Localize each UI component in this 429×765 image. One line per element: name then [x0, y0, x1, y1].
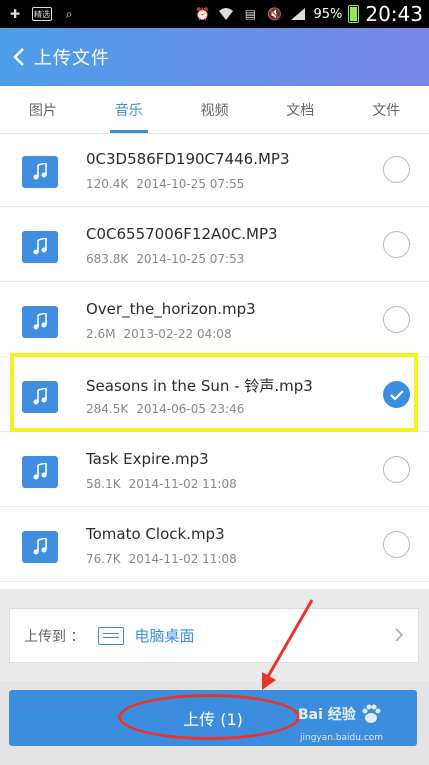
destination-label: 上传到 ： — [24, 628, 85, 645]
file-meta: 683.8K 2014-10-25 07:53 — [86, 252, 252, 266]
file-size: 284.5K — [86, 402, 129, 416]
upload-area: 上传 (1) Bai 经验 jingyan.baidu.com — [0, 681, 429, 765]
chevron-right-icon — [395, 628, 404, 642]
file-date: 2013-02-22 04:08 — [123, 327, 232, 341]
list-item[interactable]: Tomato Clock.mp3 76.7K 2014-11-02 11:08 — [0, 507, 429, 582]
file-icon: ▤ — [244, 7, 257, 21]
file-date: 2014-10-25 07:53 — [136, 252, 245, 266]
battery-percent: 95% — [313, 6, 343, 22]
upload-button-label: 上传 (1) — [183, 710, 243, 729]
select-radio[interactable] — [383, 306, 410, 333]
music-file-icon — [22, 156, 58, 188]
destination-selector[interactable]: 上传到 ： 电脑桌面 — [9, 608, 419, 663]
paw-icon — [362, 704, 381, 723]
file-meta: 2.6M 2013-02-22 04:08 — [86, 327, 240, 341]
file-meta: 284.5K 2014-06-05 23:46 — [86, 402, 252, 416]
file-size: 120.4K — [86, 177, 129, 191]
tab-images[interactable]: 图片 — [0, 86, 86, 133]
file-size: 683.8K — [86, 252, 129, 266]
file-name: Tomato Clock.mp3 — [86, 525, 225, 543]
category-tabs: 图片 音乐 视频 文档 文件 — [0, 86, 429, 134]
destination-value: 电脑桌面 — [134, 627, 195, 645]
mute-icon: 🔇 — [266, 7, 282, 21]
select-radio[interactable] — [383, 531, 410, 558]
file-name: Over_the_horizon.mp3 — [86, 300, 256, 318]
file-list: 0C3D586FD190C7446.MP3 120.4K 2014-10-25 0… — [0, 134, 429, 589]
watermark: Bai 经验 — [298, 703, 382, 725]
chevron-left-icon — [13, 48, 24, 66]
music-file-icon — [22, 231, 58, 263]
file-name: C0C6557006F12A0C.MP3 — [86, 225, 278, 243]
select-radio[interactable] — [383, 456, 410, 483]
search-icon: ⌕ — [65, 6, 73, 21]
back-button[interactable] — [4, 28, 34, 86]
music-file-icon — [22, 531, 58, 563]
clock: 20:43 — [365, 2, 423, 26]
page-title: 上传文件 — [34, 48, 110, 69]
file-name: Task Expire.mp3 — [86, 450, 209, 468]
file-date: 2014-10-25 07:55 — [136, 177, 245, 191]
notification-badge: 精选 — [32, 7, 52, 21]
signal-icon — [289, 6, 307, 22]
tab-files[interactable]: 文件 — [343, 86, 429, 133]
list-item[interactable]: Over_the_horizon.mp3 2.6M 2013-02-22 04:0… — [0, 282, 429, 357]
tab-documents[interactable]: 文档 — [257, 86, 343, 133]
battery-icon — [348, 5, 360, 23]
file-size: 58.1K — [86, 477, 121, 491]
add-icon: ✚ — [9, 7, 21, 21]
tab-music[interactable]: 音乐 — [86, 86, 172, 133]
watermark-brand: Bai 经验 — [298, 707, 356, 723]
file-date: 2014-11-02 11:08 — [128, 477, 237, 491]
file-meta: 120.4K 2014-10-25 07:55 — [86, 177, 252, 191]
file-meta: 58.1K 2014-11-02 11:08 — [86, 477, 245, 491]
destination-area: 上传到 ： 电脑桌面 — [0, 589, 429, 681]
list-item[interactable]: Task Expire.mp3 58.1K 2014-11-02 11:08 — [0, 432, 429, 507]
list-item[interactable]: C0C6557006F12A0C.MP3 683.8K 2014-10-25 07… — [0, 207, 429, 282]
file-name: Seasons in the Sun - 铃声.mp3 — [86, 377, 313, 395]
file-date: 2014-11-02 11:08 — [128, 552, 237, 566]
select-radio[interactable] — [383, 231, 410, 258]
music-file-icon — [22, 456, 58, 488]
file-size: 76.7K — [86, 552, 121, 566]
file-date: 2014-06-05 23:46 — [136, 402, 245, 416]
watermark-url: jingyan.baidu.com — [300, 733, 384, 743]
wifi-icon — [217, 6, 235, 22]
select-radio-checked[interactable] — [383, 381, 410, 408]
list-item[interactable]: Seasons in the Sun - 铃声.mp3 284.5K 2014-0… — [0, 357, 429, 432]
alarm-icon: ⏰ — [194, 7, 210, 21]
list-item[interactable]: 0C3D586FD190C7446.MP3 120.4K 2014-10-25 0… — [0, 134, 429, 207]
status-bar: ✚ 精选 ⌕ ⏰ ▤ 🔇 95% 20:43 — [0, 0, 429, 28]
select-radio[interactable] — [383, 156, 410, 183]
title-bar: 上传文件 — [0, 28, 429, 86]
computer-icon — [98, 626, 125, 645]
music-file-icon — [22, 306, 58, 338]
file-name: 0C3D586FD190C7446.MP3 — [86, 150, 290, 168]
file-meta: 76.7K 2014-11-02 11:08 — [86, 552, 245, 566]
music-file-icon — [22, 381, 58, 413]
tab-video[interactable]: 视频 — [172, 86, 258, 133]
file-size: 2.6M — [86, 327, 116, 341]
checkmark-icon — [389, 389, 404, 401]
